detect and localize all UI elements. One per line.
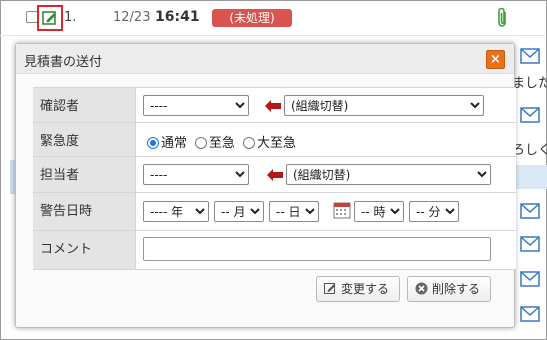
alert-hour-select[interactable]: -- 時 bbox=[354, 201, 404, 222]
edit-icon bbox=[324, 283, 336, 294]
confirmer-label-cell: 確認者 bbox=[33, 88, 136, 122]
arrow-left-icon bbox=[265, 100, 281, 112]
workflow-form: 確認者 ---- (組織切替) 緊急度 通常 至急 大至急 担当者 ---- (… bbox=[33, 87, 516, 283]
calendar-icon[interactable] bbox=[333, 201, 351, 219]
delete-button-label: 削除する bbox=[432, 282, 481, 296]
row-number: 1. bbox=[64, 10, 77, 25]
assignee-label: 担当者 bbox=[40, 168, 80, 183]
urgency-normal-radio[interactable]: 通常 bbox=[147, 132, 187, 151]
alert-month-select[interactable]: -- 月 bbox=[214, 201, 264, 222]
alert-date-label: 警告日時 bbox=[40, 204, 93, 219]
mail-icon[interactable] bbox=[520, 107, 540, 123]
alert-date-row: 警告日時 ---- 年 -- 月 -- 日 -- 時 -- 分 bbox=[33, 193, 516, 231]
edit-icon bbox=[42, 11, 56, 25]
row-time: 16:41 bbox=[155, 9, 200, 25]
comment-row: コメント bbox=[33, 231, 516, 270]
send-estimate-dialog: 見積書の送付 × 確認者 ---- (組織切替) 緊急度 通常 至急 大至急 担… bbox=[15, 43, 516, 328]
delete-button[interactable]: 削除する bbox=[407, 276, 491, 302]
urgency-row: 緊急度 通常 至急 大至急 bbox=[33, 123, 516, 157]
mail-icon[interactable] bbox=[520, 306, 540, 322]
mail-icon[interactable] bbox=[520, 203, 540, 219]
row-text-fragment: ました bbox=[512, 76, 547, 91]
alert-date-label-cell: 警告日時 bbox=[33, 193, 136, 230]
change-button[interactable]: 変更する bbox=[316, 276, 400, 302]
confirmer-user-select[interactable]: ---- bbox=[143, 95, 249, 116]
edit-button[interactable] bbox=[37, 5, 63, 31]
row-text-fragment: ろしく bbox=[512, 143, 547, 158]
assignee-row: 担当者 ---- (組織切替) bbox=[33, 157, 516, 193]
mail-icon[interactable] bbox=[520, 236, 540, 252]
comment-label-cell: コメント bbox=[33, 231, 136, 269]
arrow-left-icon bbox=[267, 169, 283, 181]
delete-icon bbox=[415, 282, 428, 295]
assignee-label-cell: 担当者 bbox=[33, 157, 136, 192]
alert-day-select[interactable]: -- 日 bbox=[269, 201, 319, 222]
dialog-title: 見積書の送付 bbox=[24, 55, 103, 70]
assignee-org-select[interactable]: (組織切替) bbox=[286, 164, 491, 185]
radio-button-selected[interactable] bbox=[147, 137, 159, 149]
row-date: 12/23 bbox=[113, 10, 151, 25]
status-badge: (未処理) bbox=[212, 9, 292, 27]
mail-icon[interactable] bbox=[520, 48, 540, 64]
paperclip-icon bbox=[498, 7, 506, 27]
confirmer-row: 確認者 ---- (組織切替) bbox=[33, 88, 516, 123]
confirmer-org-select[interactable]: (組織切替) bbox=[284, 95, 484, 116]
urgency-label: 緊急度 bbox=[40, 134, 80, 149]
urgency-label-cell: 緊急度 bbox=[33, 123, 136, 156]
urgency-urgent-radio[interactable]: 至急 bbox=[195, 132, 235, 151]
change-button-label: 変更する bbox=[341, 282, 390, 296]
list-row[interactable]: 1. 12/23 16:41 (未処理) bbox=[0, 0, 545, 36]
alert-minute-select[interactable]: -- 分 bbox=[409, 201, 459, 222]
alert-year-select[interactable]: ---- 年 bbox=[143, 201, 209, 222]
assignee-user-select[interactable]: ---- bbox=[143, 164, 249, 185]
confirmer-label: 確認者 bbox=[40, 99, 80, 114]
radio-button[interactable] bbox=[243, 137, 255, 149]
mail-icon[interactable] bbox=[520, 271, 540, 287]
comment-input[interactable] bbox=[143, 237, 491, 261]
dialog-header: 見積書の送付 × bbox=[16, 44, 514, 74]
close-button[interactable]: × bbox=[486, 50, 505, 69]
urgency-very-urgent-radio[interactable]: 大至急 bbox=[243, 132, 296, 151]
radio-button[interactable] bbox=[195, 137, 207, 149]
comment-label: コメント bbox=[40, 242, 93, 257]
